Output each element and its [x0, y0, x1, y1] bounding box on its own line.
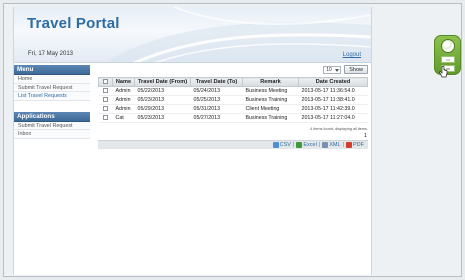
pdf-icon — [346, 142, 352, 148]
column-header-remark[interactable]: Remark — [242, 77, 299, 87]
sidebar: Menu Home Submit Travel Request List Tra… — [14, 65, 90, 139]
export-excel-label: Excel — [303, 142, 317, 148]
cell-name: Admin — [112, 95, 135, 105]
current-date: Fri, 17 May 2013 — [28, 51, 74, 57]
cell-remark: Business Training — [242, 113, 299, 123]
hand-cursor-icon — [439, 66, 448, 78]
app-title: Travel Portal — [27, 15, 120, 32]
export-csv-link[interactable]: CSV — [272, 142, 291, 148]
excel-icon — [296, 142, 303, 148]
cell-travel-date-to: 05/27/2013 — [190, 113, 243, 123]
table-row[interactable]: Cat 05/23/2013 05/27/2013 Business Train… — [98, 113, 368, 123]
select-all-header — [98, 77, 113, 87]
menu-section-header: Menu — [14, 65, 90, 75]
header-banner: Travel Portal Fri, 17 May 2013 Logout — [14, 7, 371, 63]
column-header-travel-date-to[interactable]: Travel Date (To) — [190, 77, 243, 87]
column-header-travel-date-from[interactable]: Travel Date (From) — [134, 77, 191, 87]
table-row[interactable]: Admin 05/22/2013 05/24/2013 Business Mee… — [98, 86, 368, 96]
column-header-name[interactable]: Name — [112, 77, 135, 87]
cell-travel-date-to: 05/25/2013 — [190, 95, 243, 105]
cell-name: Admin — [112, 104, 135, 114]
xml-icon — [322, 142, 329, 148]
row-checkbox[interactable] — [103, 88, 108, 94]
cell-travel-date-to: 05/31/2013 — [190, 104, 243, 114]
table-header-row: Name Travel Date (From) Travel Date (To)… — [98, 77, 368, 87]
sidebar-item-submit-travel-request[interactable]: Submit Travel Request — [14, 83, 90, 92]
export-pdf-link[interactable]: PDF — [346, 142, 364, 148]
widget-tab-1[interactable]: == — [441, 56, 455, 63]
chevron-down-icon — [335, 68, 340, 72]
sidebar-item-home[interactable]: Home — [14, 75, 90, 84]
cell-travel-date-to: 05/24/2013 — [190, 86, 243, 96]
cell-name: Admin — [112, 86, 135, 96]
cell-travel-date-from: 05/23/2013 — [134, 95, 191, 105]
cell-date-created: 2013-05-17 11:38:41.0 — [298, 95, 368, 105]
cell-date-created: 2013-05-17 11:36:54.0 — [298, 86, 368, 96]
travel-requests-table: Name Travel Date (From) Travel Date (To)… — [98, 77, 368, 123]
row-checkbox[interactable] — [103, 106, 108, 112]
export-excel-link[interactable]: Excel — [296, 142, 317, 148]
applications-section-header: Applications — [14, 111, 90, 122]
globe-icon — [441, 39, 455, 53]
cell-travel-date-from: 05/23/2013 — [134, 113, 191, 123]
cell-name: Cat — [112, 113, 135, 123]
sidebar-item-app-submit-travel-request[interactable]: Submit Travel Request — [14, 121, 90, 130]
row-checkbox[interactable] — [103, 97, 108, 103]
cell-remark: Business Meeting — [242, 86, 299, 96]
export-csv-label: CSV — [279, 142, 291, 148]
page-size-control: 10 Show — [323, 65, 368, 74]
export-xml-link[interactable]: XML — [322, 142, 341, 148]
items-found-text: 4 items found, displaying all items. — [310, 127, 368, 131]
cell-remark: Business Training — [242, 95, 299, 105]
cell-date-created: 2013-05-17 11:42:39.0 — [298, 104, 368, 114]
page-container: Travel Portal Fri, 17 May 2013 Logout Me… — [13, 7, 372, 275]
export-pdf-label: PDF — [353, 142, 364, 148]
page-number[interactable]: 1 — [364, 133, 367, 139]
column-header-date-created[interactable]: Date Created — [298, 77, 368, 87]
sidebar-item-inbox[interactable]: Inbox — [14, 130, 90, 139]
page-size-select[interactable]: 10 — [323, 65, 342, 74]
page-size-value: 10 — [326, 66, 332, 73]
table-row[interactable]: Admin 05/29/2013 05/31/2013 Client Meeti… — [98, 104, 368, 114]
export-xml-label: XML — [329, 142, 341, 148]
select-all-checkbox[interactable] — [103, 79, 108, 85]
row-checkbox[interactable] — [103, 115, 108, 121]
table-row[interactable]: Admin 05/23/2013 05/25/2013 Business Tra… — [98, 95, 368, 105]
csv-icon — [272, 142, 279, 148]
export-bar: CSV | Excel | XML | PDF — [98, 140, 368, 149]
cell-travel-date-from: 05/29/2013 — [134, 104, 191, 114]
cell-travel-date-from: 05/22/2013 — [134, 86, 191, 96]
sidebar-item-list-travel-requests[interactable]: List Travel Requests — [14, 92, 90, 101]
logout-link[interactable]: Logout — [343, 52, 361, 58]
browser-frame: Travel Portal Fri, 17 May 2013 Logout Me… — [3, 3, 462, 277]
cell-date-created: 2013-05-17 11:27:04.0 — [298, 113, 368, 123]
show-button[interactable]: Show — [344, 65, 368, 74]
cell-remark: Client Meeting — [242, 104, 299, 114]
